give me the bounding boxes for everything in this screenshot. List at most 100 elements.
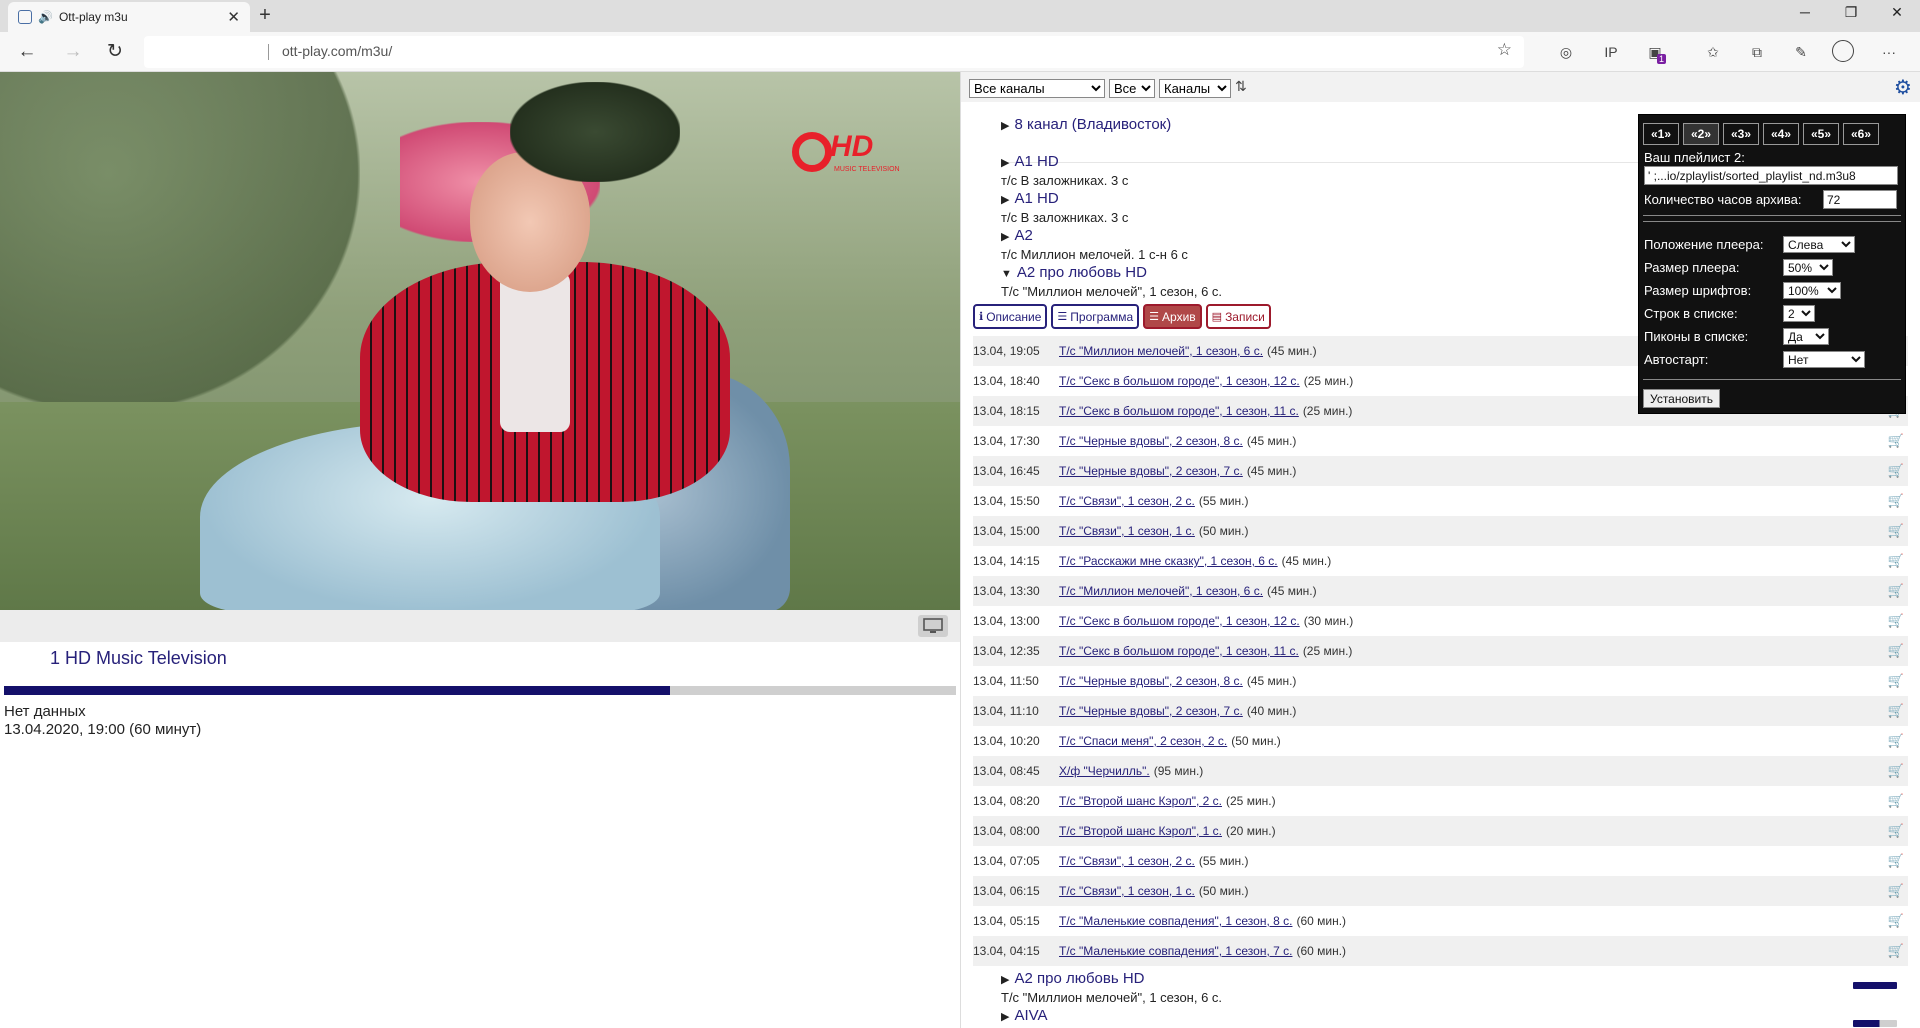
archive-program-link[interactable]: Т/с "Второй шанс Кэрол", 1 с. [1059,824,1222,838]
archive-time: 13.04, 04:15 [973,944,1040,958]
channel-item[interactable]: ▶ A2 [1001,227,1033,244]
archive-time: 13.04, 08:45 [973,764,1040,778]
archive-time: 13.04, 05:15 [973,914,1040,928]
channel-group-select[interactable]: Все каналы [969,79,1105,98]
cart-icon[interactable]: 🛒 [1888,853,1904,869]
view-mode-select[interactable]: Каналы [1159,79,1231,98]
archive-program-link[interactable]: Х/ф "Черчилль". [1059,764,1150,778]
archive-program-link[interactable]: Т/с "Спаси меня", 2 сезон, 2 с. [1059,734,1227,748]
new-tab-button[interactable]: + [252,4,278,28]
archive-program-link[interactable]: Т/с "Связи", 1 сезон, 1 с. [1059,884,1195,898]
channel-item[interactable]: ▶ A2 про любовь HD [1001,970,1145,987]
cart-icon[interactable]: 🛒 [1888,763,1904,779]
video-player[interactable]: HD MUSIC TELEVISION [0,72,960,610]
cart-icon[interactable]: 🛒 [1888,553,1904,569]
channel-item[interactable]: ▶ AIVA [1001,1007,1048,1024]
playlist-url-input[interactable] [1644,166,1898,185]
cart-icon[interactable]: 🛒 [1888,793,1904,809]
channel-item-expanded[interactable]: ▼ A2 про любовь HD [1001,264,1147,281]
font-size-label: Размер шрифтов: [1644,283,1752,298]
cart-icon[interactable]: 🛒 [1888,733,1904,749]
archive-program-link[interactable]: Т/с "Связи", 1 сезон, 2 с. [1059,854,1195,868]
autostart-select[interactable]: Нет [1783,351,1865,368]
minimize-button[interactable]: ─ [1782,0,1828,32]
playlist-tab-2[interactable]: «2» [1683,123,1719,145]
collections-icon[interactable]: ⧉ [1744,40,1770,64]
apply-settings-button[interactable]: Установить [1643,389,1720,408]
archive-program-link[interactable]: Т/с "Связи", 1 сезон, 1 с. [1059,524,1195,538]
cart-icon[interactable]: 🛒 [1888,883,1904,899]
cart-icon[interactable]: 🛒 [1888,463,1904,479]
archive-program-link[interactable]: Т/с "Миллион мелочей", 1 сезон, 6 с. [1059,584,1263,598]
font-size-select[interactable]: 100% [1783,282,1841,299]
divider [1643,379,1901,380]
tab-archive[interactable]: ☰ Архив [1143,304,1202,329]
browser-tab[interactable]: 🔊 Ott-play m3u ✕ [8,2,250,32]
archive-row: 13.04, 08:45 Х/ф "Черчилль". (95 мин.) 🛒 [973,756,1908,786]
archive-program-link[interactable]: Т/с "Черные вдовы", 2 сезон, 8 с. [1059,434,1243,448]
cart-icon[interactable]: 🛒 [1888,583,1904,599]
menu-icon[interactable]: ··· [1876,40,1902,64]
tab-program[interactable]: ☰ Программа [1051,304,1140,329]
playlist-tab-4[interactable]: «4» [1763,123,1799,145]
archive-hours-input[interactable] [1823,190,1897,209]
cart-icon[interactable]: 🛒 [1888,493,1904,509]
playlist-tab-3[interactable]: «3» [1723,123,1759,145]
forward-button[interactable]: → [58,38,88,66]
channel-item[interactable]: ▶ A1 HD [1001,190,1059,207]
feedback-icon[interactable]: ✎ [1788,40,1814,64]
archive-program-link[interactable]: Т/с "Секс в большом городе", 1 сезон, 11… [1059,404,1299,418]
archive-time: 13.04, 07:05 [973,854,1040,868]
reload-button[interactable]: ↻ [100,38,130,66]
playlist-tab-5[interactable]: «5» [1803,123,1839,145]
profile-avatar-icon[interactable] [1832,40,1854,62]
close-window-button[interactable]: ✕ [1874,0,1920,32]
rows-select[interactable]: 2 [1783,305,1815,322]
favorite-star-icon[interactable]: ☆ [1497,40,1512,60]
type-filter-select[interactable]: Все [1109,79,1155,98]
url-text[interactable]: ott-play.com/m3u/ [282,43,392,59]
cart-icon[interactable]: 🛒 [1888,703,1904,719]
icons-select[interactable]: Да [1783,328,1829,345]
cart-icon[interactable]: 🛒 [1888,643,1904,659]
archive-program-link[interactable]: Т/с "Расскажи мне сказку", 1 сезон, 6 с. [1059,554,1278,568]
tab-records[interactable]: ▤ Записи [1205,304,1271,329]
reader-icon[interactable]: ◎ [1553,40,1579,64]
back-button[interactable]: ← [12,38,42,66]
playlist-tab-6[interactable]: «6» [1843,123,1879,145]
channel-item[interactable]: ▶ A1 HD [1001,153,1059,170]
gear-icon[interactable]: ⚙ [1894,78,1912,98]
archive-program-link[interactable]: Т/с "Секс в большом городе", 1 сезон, 12… [1059,614,1300,628]
archive-program-link[interactable]: Т/с "Секс в большом городе", 1 сезон, 11… [1059,644,1299,658]
sort-icon[interactable]: ⇅ [1235,78,1247,95]
restore-button[interactable]: ❐ [1828,0,1874,32]
archive-program-link[interactable]: Т/с "Черные вдовы", 2 сезон, 7 с. [1059,704,1243,718]
archive-program-link[interactable]: Т/с "Черные вдовы", 2 сезон, 8 с. [1059,674,1243,688]
archive-program-link[interactable]: Т/с "Связи", 1 сезон, 2 с. [1059,494,1195,508]
archive-program-link[interactable]: Т/с "Второй шанс Кэрол", 2 с. [1059,794,1222,808]
playlist-tab-1[interactable]: «1» [1643,123,1679,145]
speaker-icon[interactable]: 🔊 [38,10,53,24]
cart-icon[interactable]: 🛒 [1888,673,1904,689]
close-tab-icon[interactable]: ✕ [227,8,240,26]
player-position-select[interactable]: Слева [1783,236,1855,253]
cart-icon[interactable]: 🛒 [1888,433,1904,449]
address-bar[interactable]: ott-play.com/m3u/ ☆ [144,36,1524,68]
player-size-select[interactable]: 50% [1783,259,1833,276]
archive-program-link[interactable]: Т/с "Черные вдовы", 2 сезон, 7 с. [1059,464,1243,478]
cart-icon[interactable]: 🛒 [1888,613,1904,629]
archive-program-link[interactable]: Т/с "Миллион мелочей", 1 сезон, 6 с. [1059,344,1263,358]
extension-badge-icon[interactable]: ▣ [1642,40,1668,64]
archive-program-link[interactable]: Т/с "Секс в большом городе", 1 сезон, 12… [1059,374,1300,388]
tab-description[interactable]: ℹ Описание [973,304,1048,329]
cart-icon[interactable]: 🛒 [1888,943,1904,959]
cart-icon[interactable]: 🛒 [1888,523,1904,539]
cart-icon[interactable]: 🛒 [1888,823,1904,839]
tv-mode-button[interactable] [918,615,948,637]
archive-program-link[interactable]: Т/с "Маленькие совпадения", 1 сезон, 7 с… [1059,944,1292,958]
cart-icon[interactable]: 🛒 [1888,913,1904,929]
archive-program-link[interactable]: Т/с "Маленькие совпадения", 1 сезон, 8 с… [1059,914,1292,928]
favorites-icon[interactable]: ✩ [1700,40,1726,64]
ip-extension-icon[interactable]: IP [1598,40,1624,64]
channel-item[interactable]: ▶ 8 канал (Владивосток) [1001,116,1171,133]
